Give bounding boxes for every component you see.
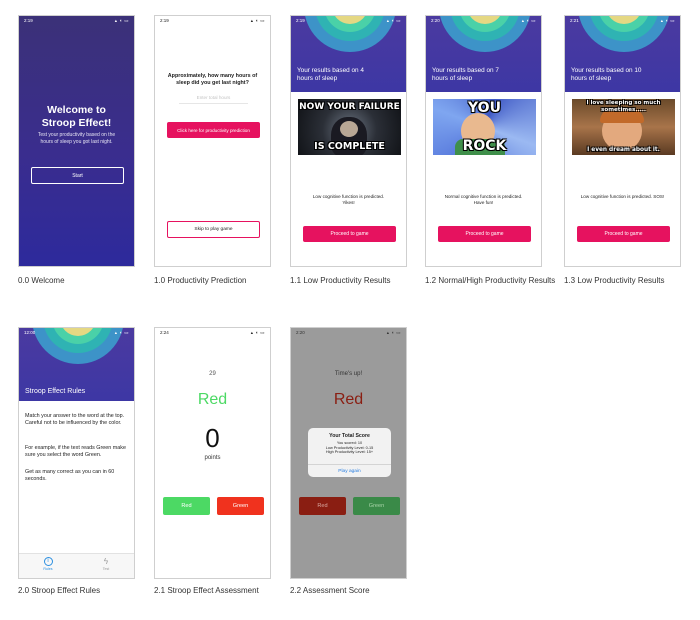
caption-rules: 2.0 Stroop Effect Rules (18, 586, 101, 595)
points-label: points (204, 455, 221, 461)
tab-rules[interactable]: i Rules (37, 557, 59, 571)
caption-low-10: 1.3 Low Productivity Results (564, 276, 665, 285)
tab-test[interactable]: ϟ Test (95, 557, 117, 571)
answer-green-button[interactable]: Green (353, 497, 400, 515)
play-again-button[interactable]: Play again (308, 464, 391, 477)
meme-bottom-text: I even dream about it. (587, 147, 660, 153)
storyboard: 2:19 ▴ ◖ ▭ Welcome to Stroop Effect! Test… (0, 0, 700, 620)
status-icons: ▴ ◖ ▭ (250, 330, 265, 335)
results-low-4-screen: 2:19 ▴ ◖ ▭ Your results based on 4 hours … (290, 15, 407, 267)
results-normal-7-screen: 2:20 ▴ ◖ ▭ Your results based on 7 hours … (425, 15, 542, 267)
info-icon: i (43, 557, 53, 566)
results-message: Normal cognitive function is predicted. … (444, 194, 523, 205)
caption-normal-7: 1.2 Normal/High Productivity Results (425, 276, 556, 285)
meme-image: I love sleeping so much sometimes..... I… (572, 99, 675, 155)
results-heading: Your results based on 10 hours of sleep (571, 67, 642, 82)
alert-high-level-line: High Productivity Level: 15+ (325, 450, 374, 455)
status-icons: ▴ ◖ ▭ (660, 18, 675, 23)
caption-score: 2.2 Assessment Score (290, 586, 370, 595)
meme-top-text: NOW YOUR FAILURE (299, 102, 400, 112)
alert-title: Your Total Score (329, 433, 370, 439)
times-up-label: Time's up! (334, 371, 363, 377)
prediction-screen: 2:19 ▴ ◖ ▭ Approximately, how many hours … (154, 15, 271, 267)
status-time: 2:21 (570, 18, 579, 23)
stroop-word: Red (197, 391, 228, 408)
status-time: 2:19 (24, 18, 33, 23)
status-bar: 2:24 ▴ ◖ ▭ (155, 328, 270, 337)
caption-welcome: 0.0 Welcome (18, 276, 65, 285)
tab-test-label: Test (102, 567, 110, 571)
caption-low-4: 1.1 Low Productivity Results (290, 276, 391, 285)
status-bar: 2:20 ▴ ◖ ▭ (426, 16, 541, 25)
status-time: 2:24 (160, 330, 169, 335)
meme-top-text: YOU (468, 100, 501, 116)
rules-paragraph-2: For example, if the text reads Green mak… (25, 445, 126, 459)
proceed-button[interactable]: Proceed to game (438, 226, 531, 242)
status-bar: 2:19 ▴ ◖ ▭ (155, 16, 270, 25)
status-icons: ▴ ◖ ▭ (114, 330, 129, 335)
rules-paragraph-3: Get as many correct as you can in 60 sec… (25, 469, 115, 483)
rules-title: Stroop Effect Rules (25, 388, 86, 395)
results-heading: Your results based on 7 hours of sleep (432, 67, 499, 82)
meme-top-text: I love sleeping so much sometimes..... (586, 100, 661, 113)
tab-bar: i Rules ϟ Test (19, 553, 134, 578)
caption-assessment: 2.1 Stroop Effect Assessment (154, 586, 259, 595)
status-bar: 2:19 ▴ ◖ ▭ (291, 16, 406, 25)
welcome-subtitle: Test your productivity based on the hour… (37, 132, 116, 145)
answer-red-button[interactable]: Red (163, 497, 210, 515)
proceed-button[interactable]: Proceed to game (577, 226, 670, 242)
welcome-title: Welcome to Stroop Effect! (41, 104, 112, 129)
tab-rules-label: Rules (43, 567, 53, 571)
meme-face (340, 121, 358, 137)
results-message: Low cognitive function is predicted. SOS… (580, 194, 665, 199)
rules-screen: 12:00 ▴ ◖ ▭ Stroop Effect Rules Match you… (18, 327, 135, 579)
score-screen: 2:20 ▴ ◖ ▭ Time's up! Red Your Total Scor… (290, 327, 407, 579)
welcome-screen: 2:19 ▴ ◖ ▭ Welcome to Stroop Effect! Test… (18, 15, 135, 267)
predict-button[interactable]: Click here for productivity prediction (167, 122, 260, 138)
status-time: 2:19 (160, 18, 169, 23)
proceed-button[interactable]: Proceed to game (303, 226, 396, 242)
status-time: 12:00 (24, 330, 36, 335)
rules-paragraph-1: Match your answer to the word at the top… (25, 413, 125, 427)
status-bar: 2:20 ▴ ◖ ▭ (291, 328, 406, 337)
score-alert: Your Total Score You scored: 10 Low Prod… (308, 428, 391, 477)
assessment-screen: 2:24 ▴ ◖ ▭ 29 Red 0 points Red Green (154, 327, 271, 579)
lightning-icon: ϟ (103, 557, 109, 566)
status-time: 2:20 (296, 330, 305, 335)
caption-prediction: 1.0 Productivity Prediction (154, 276, 247, 285)
status-icons: ▴ ◖ ▭ (250, 18, 265, 23)
status-icons: ▴ ◖ ▭ (521, 18, 536, 23)
status-bar: 2:19 ▴ ◖ ▭ (19, 16, 134, 25)
status-time: 2:20 (431, 18, 440, 23)
status-time: 2:19 (296, 18, 305, 23)
meme-bottom-text: ROCK (462, 138, 507, 154)
countdown-timer: 29 (209, 371, 216, 377)
meme-bottom-text: IS COMPLETE (314, 141, 385, 152)
stroop-word: Red (333, 391, 364, 408)
status-icons: ▴ ◖ ▭ (386, 330, 401, 335)
results-message: Low cognitive function is predicted. Yik… (312, 194, 385, 205)
status-icons: ▴ ◖ ▭ (114, 18, 129, 23)
hours-input[interactable]: Enter total hours (179, 95, 248, 104)
skip-to-game-button[interactable]: Skip to play game (167, 221, 260, 238)
results-heading: Your results based on 4 hours of sleep (297, 67, 364, 82)
score-value: 0 (205, 423, 220, 453)
status-bar: 12:00 ▴ ◖ ▭ (19, 328, 134, 337)
status-bar: 2:21 ▴ ◖ ▭ (565, 16, 680, 25)
status-icons: ▴ ◖ ▭ (386, 18, 401, 23)
meme-image: YOU ROCK (433, 99, 536, 155)
answer-red-button[interactable]: Red (299, 497, 346, 515)
results-low-10-screen: 2:21 ▴ ◖ ▭ Your results based on 10 hours… (564, 15, 681, 267)
start-button[interactable]: Start (31, 167, 124, 184)
sleep-question: Approximately, how many hours of sleep d… (167, 73, 258, 86)
answer-green-button[interactable]: Green (217, 497, 264, 515)
meme-image: NOW YOUR FAILURE IS COMPLETE (298, 99, 401, 155)
